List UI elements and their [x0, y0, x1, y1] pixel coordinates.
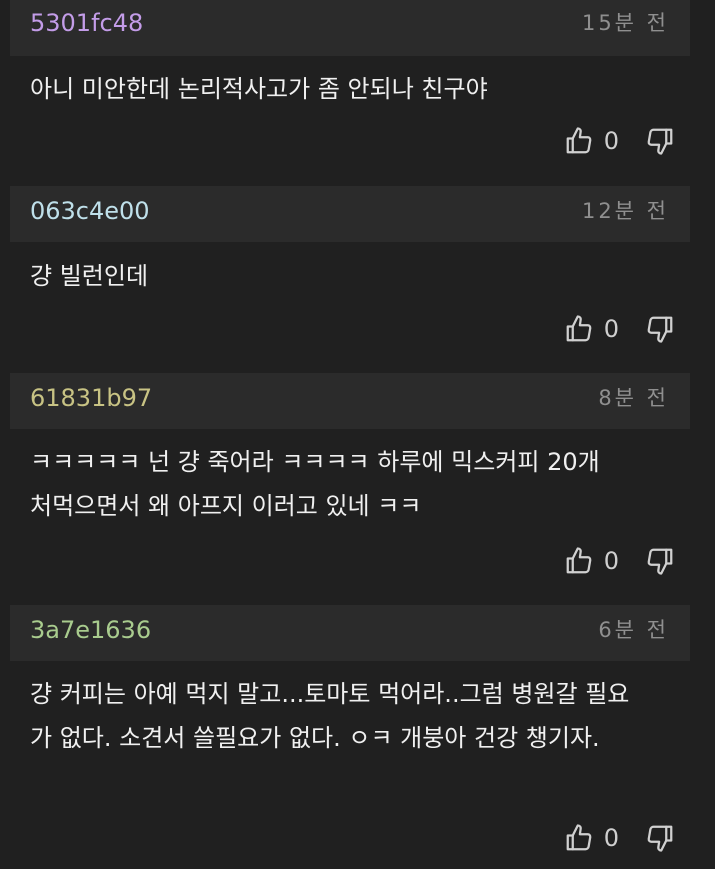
comment-actions: 0 — [564, 820, 675, 856]
comment-timestamp: 15분 전 — [581, 11, 669, 35]
like-count: 0 — [603, 127, 619, 155]
comment-text: ㅋㅋㅋㅋㅋ 넌 걍 죽어라 ㅋㅋㅋㅋ 하루에 믹스커피 20개 처먹으면서 왜 … — [30, 448, 600, 520]
comment-header: 5301fc48 15분 전 — [10, 0, 690, 56]
thumbs-down-icon[interactable] — [645, 823, 675, 853]
comment-actions: 0 — [564, 543, 675, 579]
comment-header: 61831b97 8분 전 — [10, 373, 690, 429]
comment-text: 아니 미안한데 논리적사고가 좀 안되나 친구야 — [30, 75, 488, 103]
thumbs-up-icon[interactable] — [564, 126, 594, 156]
comment-timestamp: 6분 전 — [598, 618, 669, 642]
like-count: 0 — [603, 315, 619, 343]
comment-header: 3a7e1636 6분 전 — [10, 605, 690, 661]
comment-header: 063c4e00 12분 전 — [10, 186, 690, 242]
like-count: 0 — [603, 824, 619, 852]
comment-author[interactable]: 063c4e00 — [30, 196, 150, 226]
comment-timestamp: 8분 전 — [598, 386, 669, 410]
comment-author[interactable]: 3a7e1636 — [30, 615, 151, 645]
thumbs-down-icon[interactable] — [645, 314, 675, 344]
comment-author[interactable]: 5301fc48 — [30, 8, 143, 38]
thumbs-up-icon[interactable] — [564, 823, 594, 853]
thumbs-down-icon[interactable] — [645, 126, 675, 156]
like-count: 0 — [603, 547, 619, 575]
thumbs-down-icon[interactable] — [645, 546, 675, 576]
comment-text: 걍 커피는 아예 먹지 말고...토마토 먹어라..그럼 병원갈 필요 가 없다… — [30, 680, 630, 752]
comment-text: 걍 빌런인데 — [30, 262, 149, 290]
comment-actions: 0 — [564, 123, 675, 159]
comment-timestamp: 12분 전 — [581, 199, 669, 223]
comment-author[interactable]: 61831b97 — [30, 383, 152, 413]
comment-actions: 0 — [564, 311, 675, 347]
thumbs-up-icon[interactable] — [564, 314, 594, 344]
thumbs-up-icon[interactable] — [564, 546, 594, 576]
